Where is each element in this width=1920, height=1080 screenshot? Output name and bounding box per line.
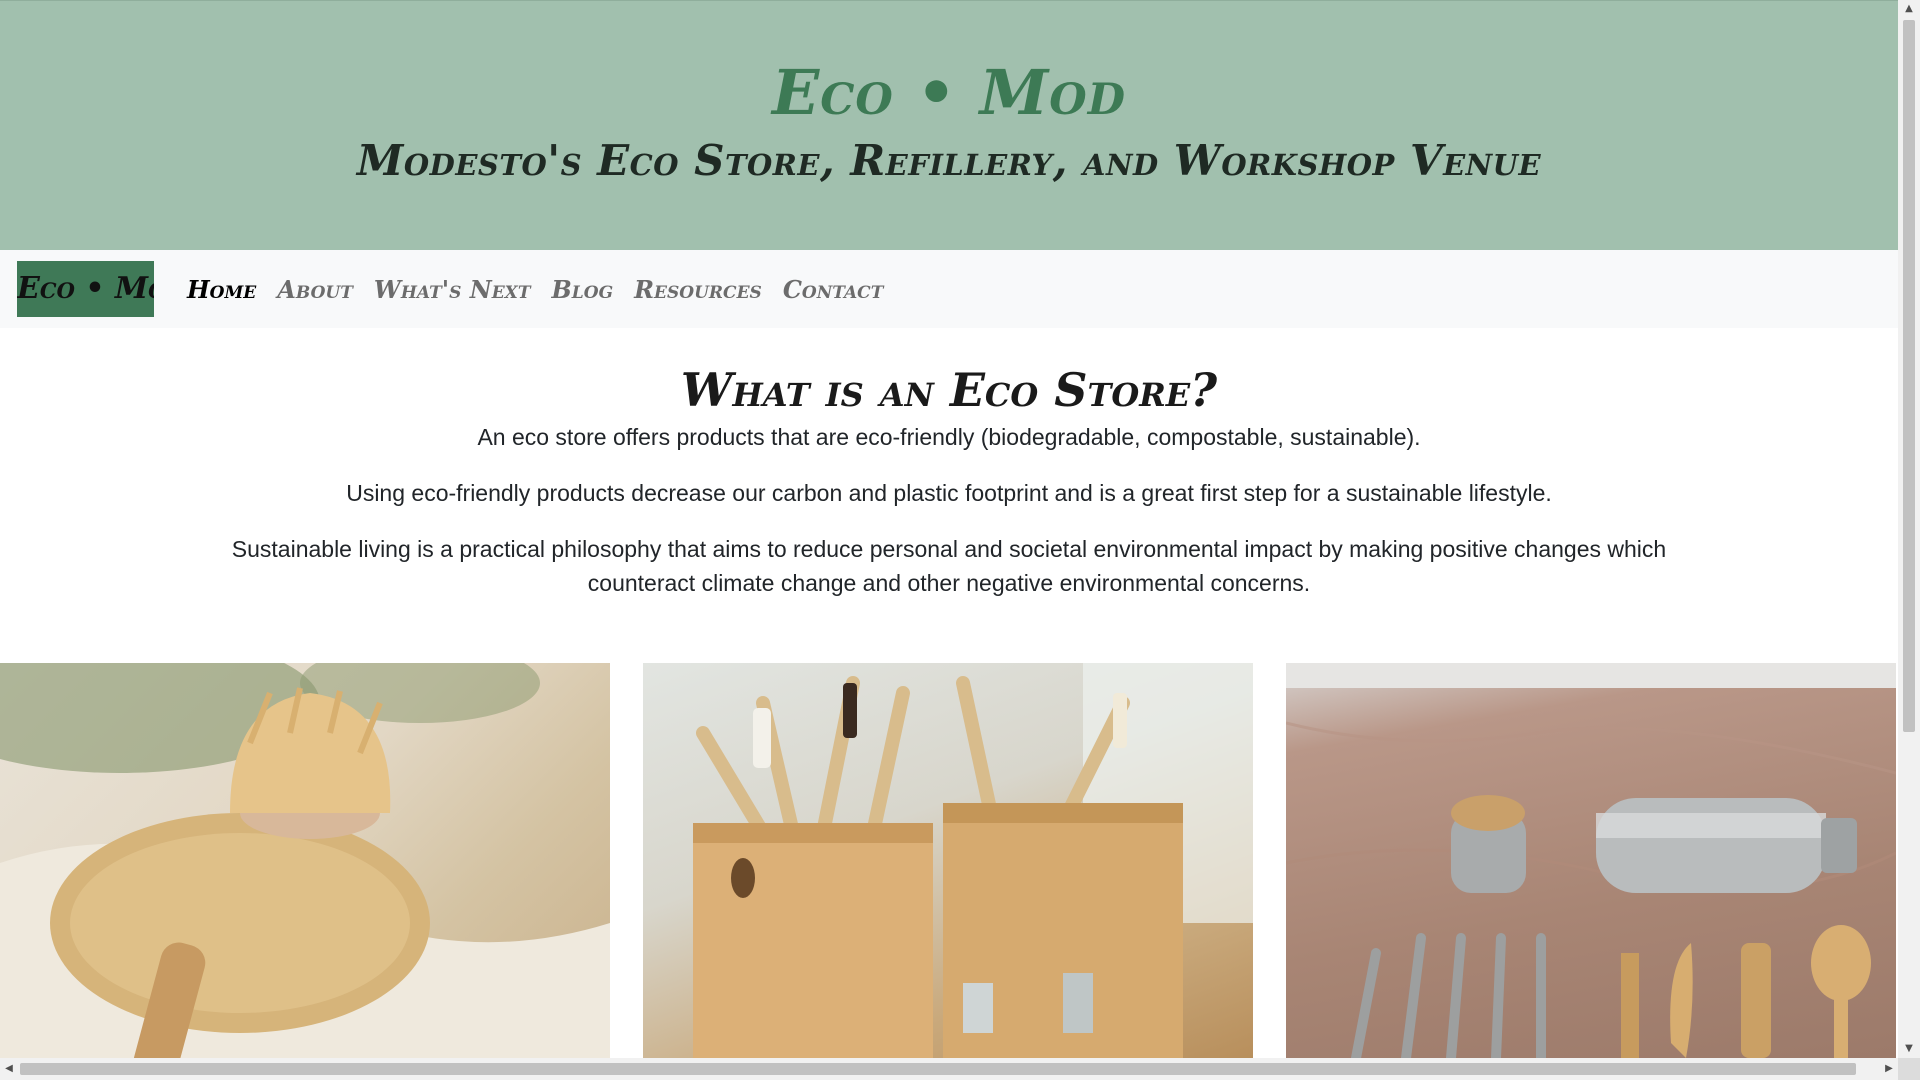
nav-link-blog[interactable]: Blog	[552, 272, 614, 308]
hero-banner: Eco • Mod Modesto's Eco Store, Refillery…	[0, 0, 1898, 251]
intro-section: What is an Eco Store? An eco store offer…	[0, 360, 1898, 622]
nav-link-home[interactable]: Home	[187, 272, 256, 308]
cutlery-illustration	[1286, 663, 1896, 1058]
steel-bottle-cutlery-image	[1286, 663, 1896, 1058]
horizontal-scroll-thumb[interactable]	[20, 1063, 1856, 1075]
scroll-right-arrow-icon[interactable]: ▶	[1880, 1058, 1898, 1080]
intro-paragraph-1: An eco store offers products that are ec…	[477, 424, 1421, 450]
product-gallery	[0, 663, 1898, 1058]
scrollbar-corner	[1898, 1058, 1920, 1080]
page-viewport: Eco • Mod Modesto's Eco Store, Refillery…	[0, 0, 1898, 1058]
nav-link-resources[interactable]: Resources	[634, 272, 762, 308]
site-title: Eco • Mod	[771, 56, 1127, 129]
horizontal-scrollbar[interactable]: ◀ ▶	[0, 1058, 1898, 1080]
navbar-brand[interactable]: Eco • Mod	[17, 261, 154, 317]
scroll-down-arrow-icon[interactable]: ▼	[1898, 1040, 1920, 1058]
nav-links: Home About What's Next Blog Resources Co…	[187, 272, 883, 308]
scroll-left-arrow-icon[interactable]: ◀	[0, 1058, 18, 1080]
main-navbar: Eco • Mod Home About What's Next Blog Re…	[0, 250, 1898, 328]
nav-link-whats-next[interactable]: What's Next	[374, 272, 531, 308]
section-heading: What is an Eco Store?	[680, 363, 1218, 417]
site-subtitle: Modesto's Eco Store, Refillery, and Work…	[356, 136, 1542, 185]
dish-brush-illustration	[0, 663, 610, 1058]
nav-link-contact[interactable]: Contact	[783, 272, 884, 308]
intro-paragraph-3: Sustainable living is a practical philos…	[231, 536, 1667, 596]
intro-paragraph-2: Using eco-friendly products decrease our…	[346, 480, 1552, 506]
vertical-scroll-thumb[interactable]	[1903, 20, 1915, 732]
scroll-up-arrow-icon[interactable]: ▲	[1898, 0, 1920, 18]
toothbrushes-illustration	[693, 663, 1253, 1058]
nav-link-about[interactable]: About	[277, 272, 353, 308]
vertical-scrollbar[interactable]: ▲ ▼	[1898, 0, 1920, 1058]
dish-brush-image	[0, 663, 610, 1058]
bamboo-toothbrushes-image	[643, 663, 1253, 1058]
